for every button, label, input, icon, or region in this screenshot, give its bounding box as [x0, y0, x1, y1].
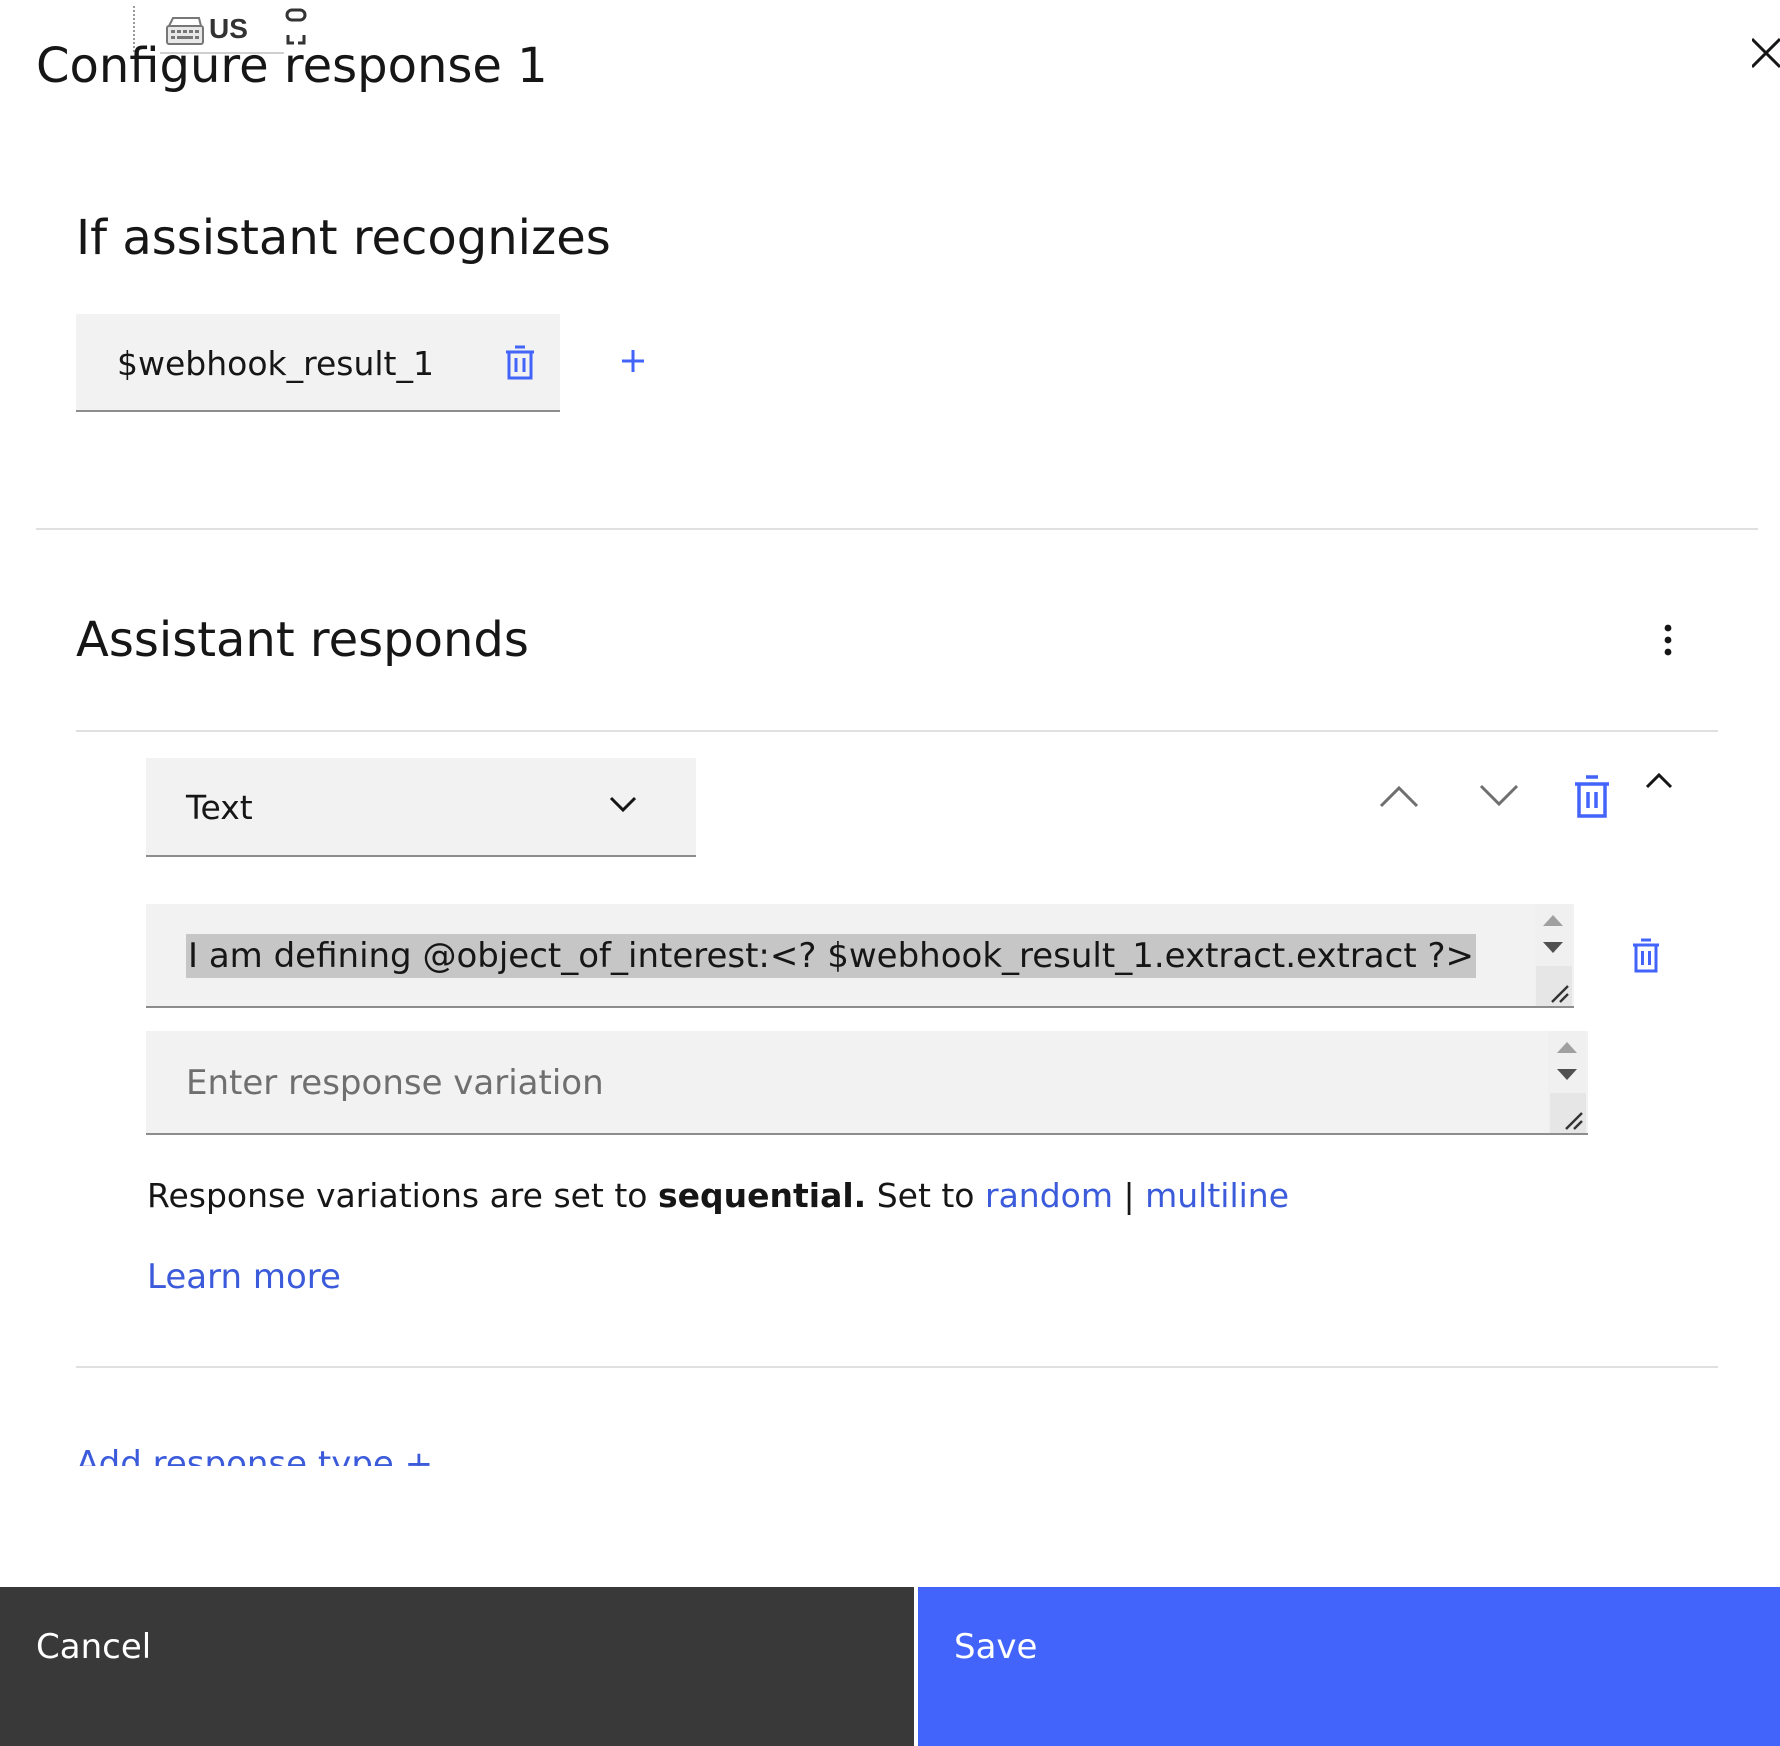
variation-mode-separator: |	[1113, 1176, 1146, 1215]
save-button[interactable]: Save	[918, 1587, 1780, 1746]
delete-response-button[interactable]	[1570, 774, 1614, 822]
trash-icon	[1631, 936, 1661, 978]
chevron-up-icon	[1644, 771, 1674, 795]
panel-title: Configure response 1	[36, 38, 548, 94]
save-button-label: Save	[954, 1627, 1038, 1667]
trash-icon	[504, 343, 536, 385]
response-type-value: Text	[186, 788, 253, 827]
resize-grip-icon[interactable]	[1550, 1093, 1586, 1133]
condition-field[interactable]: $webhook_result_1	[76, 314, 560, 412]
variation-mode-prefix: Response variations are set to	[147, 1176, 658, 1215]
responds-heading: Assistant responds	[76, 612, 529, 668]
response-bottom-divider	[76, 1366, 1718, 1368]
scroll-down-arrow-icon[interactable]	[1556, 1067, 1578, 1086]
set-multiline-link[interactable]: multiline	[1145, 1176, 1289, 1215]
move-up-button[interactable]	[1376, 778, 1422, 818]
learn-more-link[interactable]: Learn more	[147, 1257, 341, 1297]
add-response-type-link[interactable]: Add response type +	[76, 1444, 433, 1466]
textarea-scrollbar[interactable]	[1534, 904, 1572, 1006]
trash-icon	[1573, 773, 1611, 823]
variation-mode-set-to: Set to	[866, 1176, 985, 1215]
textarea-scrollbar[interactable]	[1548, 1031, 1586, 1133]
resize-grip-icon[interactable]	[1536, 966, 1572, 1006]
scroll-down-arrow-icon[interactable]	[1542, 940, 1564, 959]
scroll-up-arrow-icon[interactable]	[1542, 912, 1564, 931]
new-variation-placeholder: Enter response variation	[186, 1063, 604, 1103]
response-type-dropdown[interactable]: Text	[146, 758, 696, 857]
response-variation-text[interactable]: I am defining @object_of_interest:<? $we…	[186, 934, 1477, 978]
collapse-button[interactable]	[1642, 768, 1676, 798]
move-down-button[interactable]	[1476, 778, 1522, 818]
add-response-type-clip: Add response type +	[76, 1440, 676, 1466]
set-random-link[interactable]: random	[985, 1176, 1113, 1215]
variation-mode-current: sequential.	[657, 1176, 867, 1215]
chevron-down-icon	[1478, 783, 1520, 813]
delete-condition-button[interactable]	[500, 344, 540, 384]
overflow-menu-button[interactable]	[1650, 622, 1686, 662]
response-top-divider	[76, 730, 1718, 732]
chevron-up-icon	[1378, 783, 1420, 813]
cancel-button[interactable]: Cancel	[0, 1587, 914, 1746]
plus-icon	[619, 347, 647, 379]
condition-heading: If assistant recognizes	[76, 210, 611, 266]
overflow-menu-icon	[1663, 624, 1673, 660]
close-button[interactable]	[1752, 30, 1780, 80]
cancel-button-label: Cancel	[36, 1627, 152, 1667]
add-condition-button[interactable]	[616, 346, 650, 380]
delete-variation-button[interactable]	[1628, 936, 1664, 978]
response-variation-textarea[interactable]: I am defining @object_of_interest:<? $we…	[146, 904, 1574, 1008]
scroll-up-arrow-icon[interactable]	[1556, 1039, 1578, 1058]
variation-mode-info: Response variations are set to sequentia…	[147, 1176, 1289, 1215]
new-variation-textarea[interactable]: Enter response variation	[146, 1031, 1588, 1135]
section-divider	[36, 528, 1758, 530]
condition-value[interactable]: $webhook_result_1	[117, 344, 434, 383]
chevron-down-icon	[608, 794, 638, 818]
close-icon	[1752, 33, 1780, 77]
